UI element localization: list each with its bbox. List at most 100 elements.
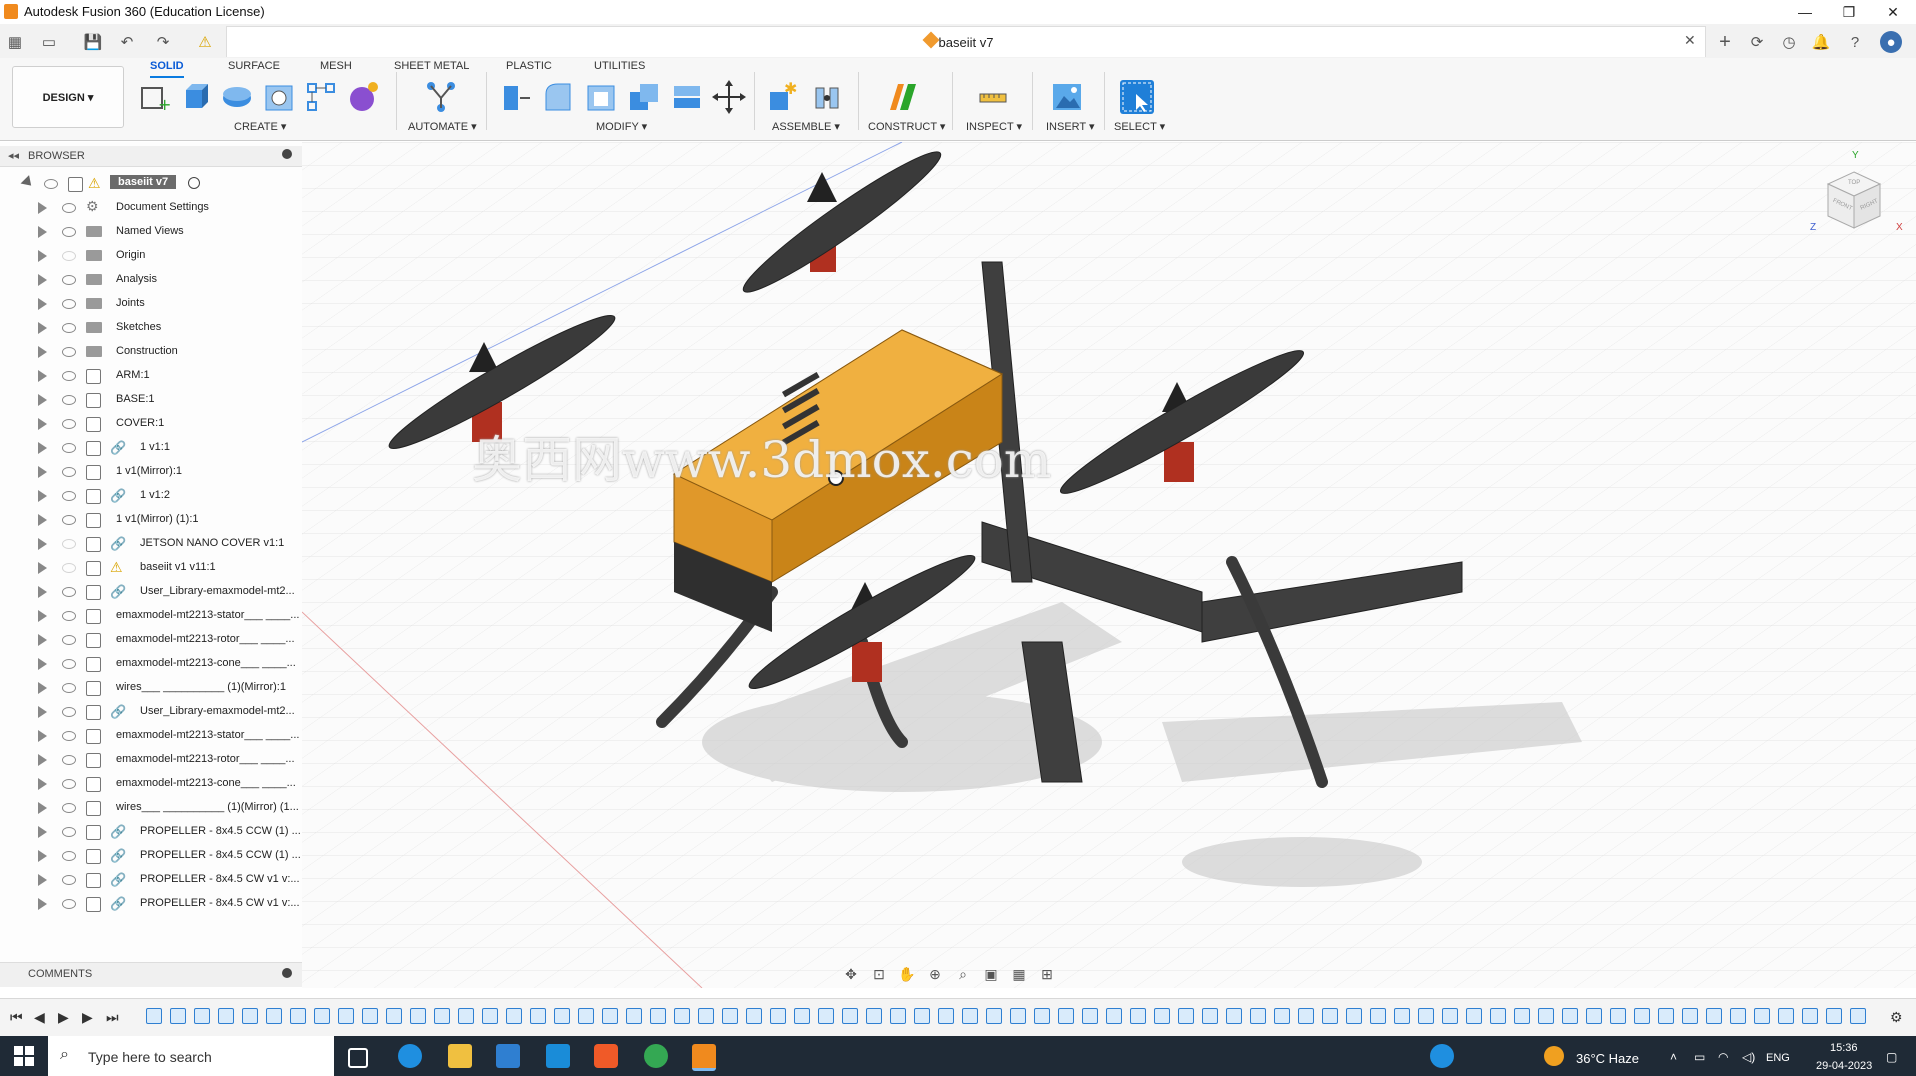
new-component-icon[interactable]: ✱ (766, 79, 800, 114)
offset-face-icon[interactable] (670, 80, 704, 114)
timeline-settings-gear-icon[interactable]: ⚙ (1890, 1009, 1903, 1026)
timeline-feature-icon[interactable] (1754, 1008, 1770, 1024)
expand-icon[interactable] (38, 826, 47, 838)
save-icon[interactable]: 💾 (82, 31, 104, 53)
orbit-icon[interactable]: ✥ (840, 965, 862, 983)
timeline-feature-icon[interactable] (650, 1008, 666, 1024)
collapse-browser-icon[interactable]: ◂◂ (8, 149, 19, 162)
timeline-feature-icon[interactable] (314, 1008, 330, 1024)
language-indicator[interactable]: ENG (1766, 1052, 1790, 1064)
timeline-feature-icon[interactable] (386, 1008, 402, 1024)
browser-row[interactable]: emaxmodel-mt2213-stator___ ____... (0, 604, 302, 628)
browser-row[interactable]: wires___ __________ (1)(Mirror) (1... (0, 796, 302, 820)
expand-icon[interactable] (38, 370, 47, 382)
notification-center-icon[interactable]: ▢ (1886, 1050, 1897, 1064)
visibility-eye-icon[interactable] (62, 323, 76, 333)
timeline-end-icon[interactable]: ⏭ (106, 1009, 119, 1026)
visibility-eye-icon[interactable] (62, 611, 76, 621)
expand-icon[interactable] (38, 898, 47, 910)
select-icon[interactable] (1120, 80, 1154, 114)
timeline-feature-icon[interactable] (1322, 1008, 1338, 1024)
timeline-feature-icon[interactable] (722, 1008, 738, 1024)
zoom-icon[interactable]: ⊕ (924, 965, 946, 983)
press-pull-icon[interactable] (498, 80, 532, 114)
expand-icon[interactable] (38, 802, 47, 814)
visibility-eye-icon[interactable] (62, 755, 76, 765)
microsoft-store-icon[interactable] (496, 1044, 520, 1068)
expand-icon[interactable] (38, 658, 47, 670)
restore-button[interactable]: ❐ (1826, 0, 1872, 24)
file-menu-icon[interactable]: ▭ (38, 31, 60, 53)
timeline-feature-icon[interactable] (1154, 1008, 1170, 1024)
workspace-design-button[interactable]: DESIGN ▾ (12, 66, 124, 128)
comments-add-icon[interactable] (282, 968, 292, 978)
browser-row[interactable]: emaxmodel-mt2213-rotor___ ____... (0, 628, 302, 652)
group-select-label[interactable]: SELECT ▾ (1114, 120, 1165, 133)
timeline-feature-icon[interactable] (146, 1008, 162, 1024)
visibility-eye-icon[interactable] (62, 347, 76, 357)
close-tab-button[interactable]: ✕ (1684, 32, 1696, 49)
tab-mesh[interactable]: MESH (320, 60, 352, 76)
visibility-eye-icon[interactable] (62, 707, 76, 717)
browser-row[interactable]: 🔗 User_Library-emaxmodel-mt2... (0, 580, 302, 604)
timeline-feature-icon[interactable] (1610, 1008, 1626, 1024)
timeline-feature-icon[interactable] (578, 1008, 594, 1024)
file-explorer-icon[interactable] (448, 1044, 472, 1068)
fusion360-taskbar-icon[interactable] (692, 1044, 716, 1071)
expand-icon[interactable] (38, 754, 47, 766)
visibility-eye-icon[interactable] (62, 251, 76, 261)
tab-utilities[interactable]: UTILITIES (594, 60, 645, 76)
notifications-bell-icon[interactable]: 🔔 (1810, 31, 1832, 53)
timeline-next-icon[interactable]: ▶ (82, 1009, 93, 1026)
visibility-eye-icon[interactable] (62, 443, 76, 453)
browser-row[interactable]: 🔗 User_Library-emaxmodel-mt2... (0, 700, 302, 724)
browser-row[interactable]: 🔗 PROPELLER - 8x4.5 CCW (1) ... (0, 820, 302, 844)
timeline-prev-icon[interactable]: ◀ (34, 1009, 45, 1026)
group-construct-label[interactable]: CONSTRUCT ▾ (868, 120, 945, 133)
visibility-eye-icon[interactable] (62, 587, 76, 597)
timeline-feature-icon[interactable] (1514, 1008, 1530, 1024)
visibility-eye-icon[interactable] (62, 659, 76, 669)
battery-icon[interactable]: ▭ (1694, 1050, 1705, 1064)
expand-icon[interactable] (38, 442, 47, 454)
browser-row[interactable]: 🔗 PROPELLER - 8x4.5 CW v1 v:... (0, 868, 302, 892)
expand-icon[interactable] (38, 682, 47, 694)
timeline-feature-icon[interactable] (482, 1008, 498, 1024)
timeline-feature-icon[interactable] (1466, 1008, 1482, 1024)
look-at-icon[interactable]: ⊡ (868, 965, 890, 983)
browser-row[interactable]: wires___ __________ (1)(Mirror):1 (0, 676, 302, 700)
expand-icon[interactable] (20, 175, 36, 190)
timeline-feature-icon[interactable] (194, 1008, 210, 1024)
shell-icon[interactable] (584, 80, 618, 114)
visibility-eye-icon[interactable] (62, 683, 76, 693)
timeline-feature-icon[interactable] (1034, 1008, 1050, 1024)
browser-row[interactable]: 🔗 PROPELLER - 8x4.5 CCW (1) ... (0, 844, 302, 868)
browser-row[interactable]: emaxmodel-mt2213-rotor___ ____... (0, 748, 302, 772)
browser-row[interactable]: ⚙ Document Settings (0, 196, 302, 220)
timeline-feature-icon[interactable] (1178, 1008, 1194, 1024)
visibility-eye-icon[interactable] (62, 731, 76, 741)
model-canvas[interactable] (302, 142, 1916, 988)
insert-image-icon[interactable] (1050, 80, 1084, 114)
timeline-feature-icon[interactable] (338, 1008, 354, 1024)
timeline-feature-icon[interactable] (1562, 1008, 1578, 1024)
create-sketch-icon[interactable]: + (136, 80, 171, 114)
expand-icon[interactable] (38, 394, 47, 406)
visibility-eye-icon[interactable] (62, 419, 76, 429)
minimize-button[interactable]: — (1782, 0, 1828, 24)
help-icon[interactable]: ? (1844, 31, 1866, 53)
expand-icon[interactable] (38, 226, 47, 238)
timeline-feature-icon[interactable] (1394, 1008, 1410, 1024)
browser-row[interactable]: 1 v1(Mirror):1 (0, 460, 302, 484)
new-tab-plus-icon[interactable]: + (1714, 31, 1736, 53)
visibility-eye-icon[interactable] (62, 539, 76, 549)
redo-icon[interactable]: ↷ (152, 31, 174, 53)
extensions-clock-icon[interactable]: ◷ (1778, 31, 1800, 53)
expand-icon[interactable] (38, 274, 47, 286)
timeline-feature-icon[interactable] (506, 1008, 522, 1024)
expand-icon[interactable] (38, 466, 47, 478)
browser-row[interactable]: BASE:1 (0, 388, 302, 412)
start-button[interactable] (0, 1036, 48, 1076)
chrome-icon[interactable] (644, 1044, 668, 1068)
timeline-feature-icon[interactable] (410, 1008, 426, 1024)
